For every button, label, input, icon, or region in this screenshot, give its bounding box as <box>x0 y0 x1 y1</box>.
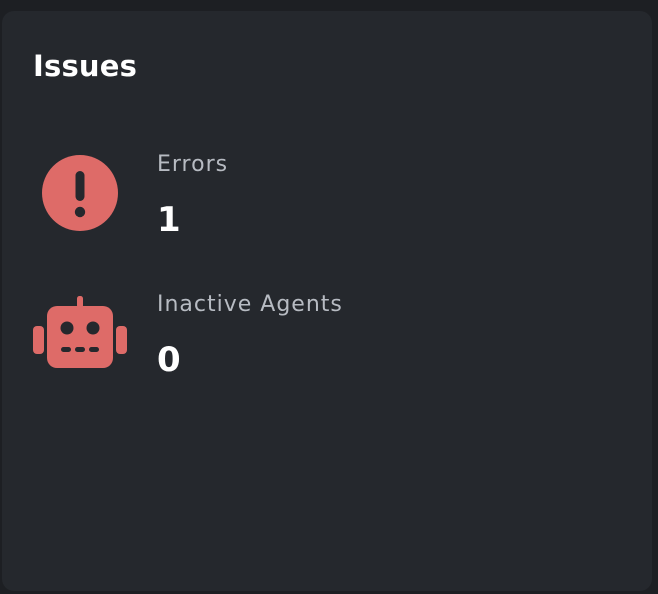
errors-label: Errors <box>157 152 229 177</box>
error-alert-icon <box>30 152 130 234</box>
inactive-agents-label: Inactive Agents <box>157 292 343 317</box>
errors-stat: Errors 1 <box>2 150 652 240</box>
errors-count: 1 <box>157 200 181 240</box>
inactive-agents-stat: Inactive Agents 0 <box>2 290 652 380</box>
robot-icon <box>30 292 130 374</box>
inactive-agents-count: 0 <box>157 340 181 380</box>
issues-card: Issues Errors 1 Inactive Agents 0 <box>2 11 652 591</box>
card-title: Issues <box>33 49 138 83</box>
